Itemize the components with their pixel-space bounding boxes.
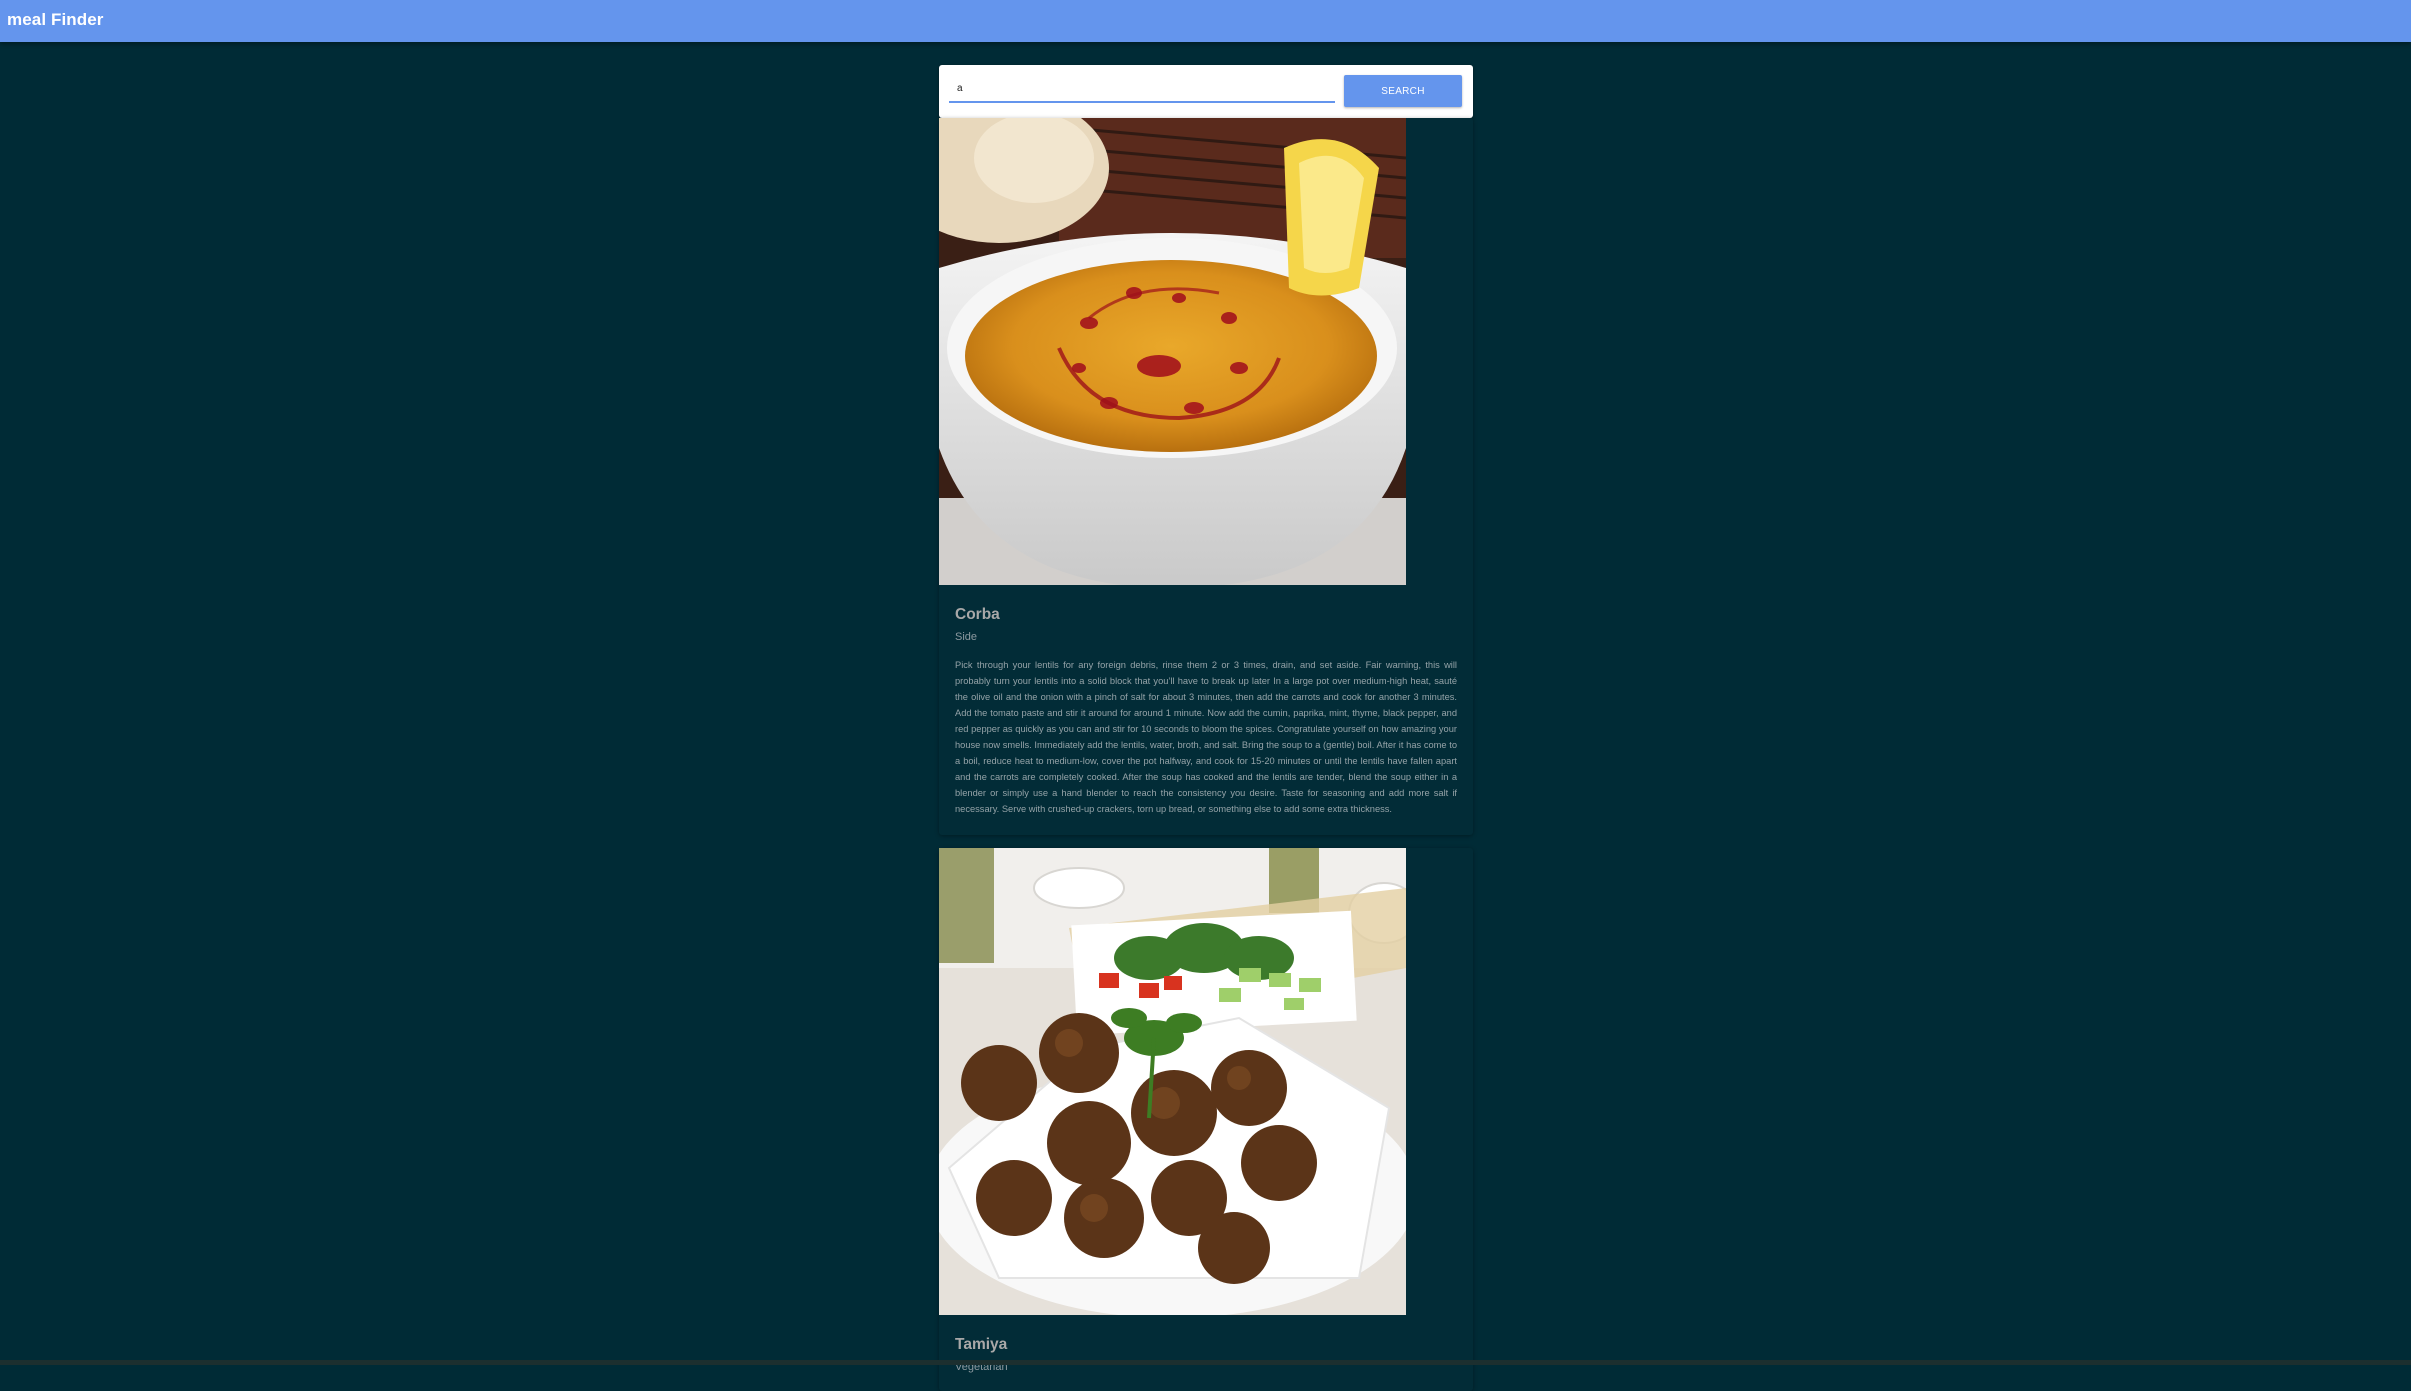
search-button[interactable]: SEARCH bbox=[1344, 75, 1462, 107]
app-title: meal Finder bbox=[7, 10, 104, 29]
meal-category: Side bbox=[955, 631, 978, 643]
app-bar: meal Finder bbox=[0, 0, 2411, 42]
meal-card[interactable]: Tamiya Vegetarian bbox=[939, 848, 1473, 1391]
meal-name: Corba bbox=[955, 606, 1000, 623]
search-bar: SEARCH bbox=[939, 65, 1473, 118]
bottom-edge bbox=[0, 1360, 2411, 1365]
meal-image-tamiya bbox=[939, 848, 1406, 1315]
main-container: SEARCH bbox=[939, 65, 1473, 1391]
meal-body: Corba Side Pick through your lentils for… bbox=[939, 585, 1473, 835]
search-input[interactable] bbox=[949, 75, 1335, 103]
meal-card[interactable]: Corba Side Pick through your lentils for… bbox=[939, 118, 1473, 835]
meal-name: Tamiya bbox=[955, 1336, 1008, 1353]
meal-instructions: Pick through your lentils for any foreig… bbox=[955, 660, 1457, 814]
meal-body: Tamiya Vegetarian bbox=[939, 1315, 1473, 1391]
meal-image-corba bbox=[939, 118, 1406, 585]
